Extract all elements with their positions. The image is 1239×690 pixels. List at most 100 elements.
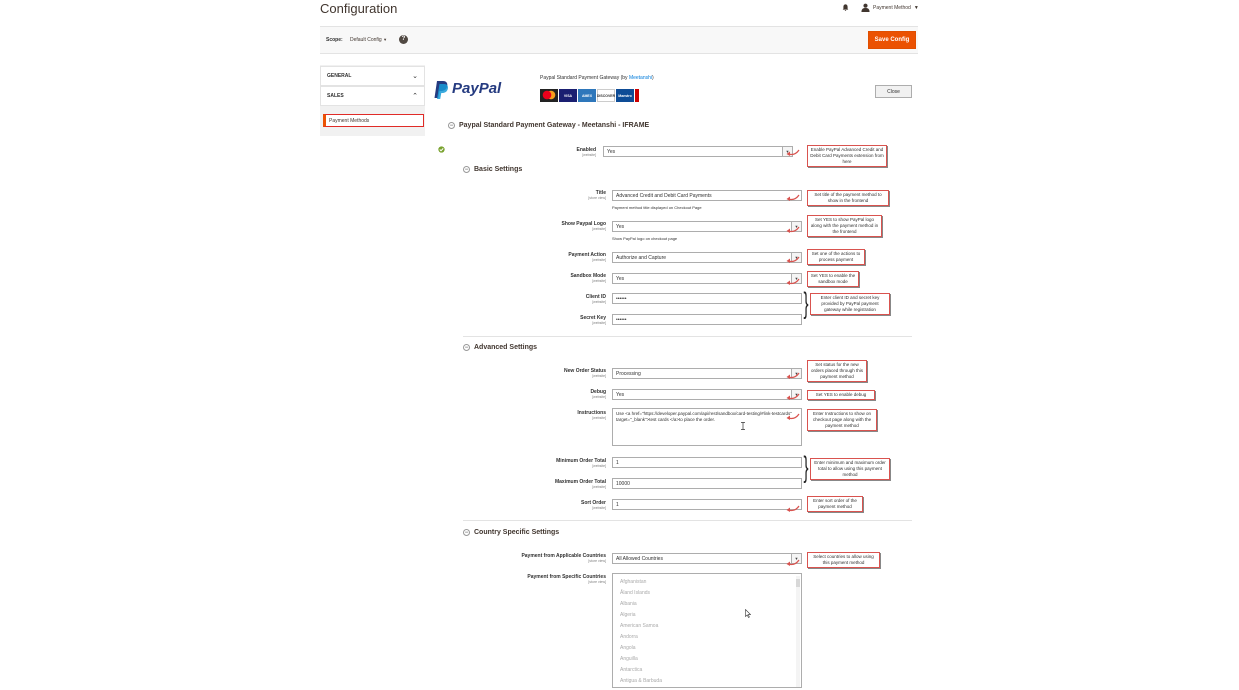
min-total-input[interactable]: 1 xyxy=(612,457,802,468)
divider xyxy=(463,336,912,337)
scope-text: [store view] xyxy=(588,196,606,200)
section-toggle-basic[interactable]: − Basic Settings xyxy=(463,166,522,173)
callout-order-status: Set status for the new orders placed thr… xyxy=(807,360,867,382)
scope-switcher[interactable]: Default Config ▼ xyxy=(350,37,387,43)
country-option[interactable]: Anguilla xyxy=(620,654,794,665)
brace-icon: } xyxy=(803,287,809,320)
max-total-input[interactable]: 10000 xyxy=(612,478,802,489)
section-title: Paypal Standard Payment Gateway - Meetan… xyxy=(459,122,650,129)
card-logo xyxy=(635,89,639,102)
sort-order-label: Sort Order [website] xyxy=(436,500,606,510)
enabled-select[interactable]: Yes ▼ xyxy=(603,146,793,157)
visa-logo: VISA xyxy=(559,89,577,102)
max-total-label: Maximum Order Total [website] xyxy=(436,479,606,489)
country-option[interactable]: Afghanistan xyxy=(620,577,794,588)
scope-text: [store view] xyxy=(588,580,606,584)
instructions-textarea[interactable]: Use <a href="https://developer.paypal.co… xyxy=(612,408,802,446)
payment-action-select[interactable]: Authorize and Capture ▼ xyxy=(612,252,802,263)
arrow-icon xyxy=(786,559,800,566)
page-title: Configuration xyxy=(320,1,398,16)
enabled-label: Enabled [website] xyxy=(426,147,596,157)
mastercard-logo xyxy=(540,89,558,102)
country-option[interactable]: Antarctica xyxy=(620,665,794,676)
country-option[interactable]: Andorra xyxy=(620,632,794,643)
title-input[interactable]: Advanced Credit and Debit Card Payments xyxy=(612,190,802,201)
country-option[interactable]: Algeria xyxy=(620,610,794,621)
arrow-icon xyxy=(786,256,800,263)
callout-totals: Enter minimum and maximum order total to… xyxy=(810,458,890,480)
text-cursor-icon xyxy=(741,422,745,430)
debug-select[interactable]: Yes ▼ xyxy=(612,389,802,400)
secret-key-input[interactable]: •••••• xyxy=(612,314,802,325)
country-option[interactable]: Antigua & Barbuda xyxy=(620,676,794,687)
multiselect-scrollbar[interactable] xyxy=(796,576,800,687)
country-option[interactable]: Angola xyxy=(620,643,794,654)
scrollbar-thumb[interactable] xyxy=(796,579,800,587)
scope-text: [website] xyxy=(592,464,606,468)
sandbox-label: Sandbox Mode [website] xyxy=(436,273,606,283)
chevron-down-icon: ⌄ xyxy=(412,73,418,80)
mouse-pointer-icon xyxy=(745,609,751,618)
specific-countries-multiselect[interactable]: Afghanistan Åland Islands Albania Algeri… xyxy=(612,573,802,688)
callout-debug: Set YES to enable debug xyxy=(807,390,875,400)
order-status-select[interactable]: Processing ▼ xyxy=(612,368,802,379)
client-id-input[interactable]: •••••• xyxy=(612,293,802,304)
secret-key-label: Secret Key [website] xyxy=(436,315,606,325)
show-logo-label: Show Paypal Logo [website] xyxy=(436,221,606,231)
scope-text: [website] xyxy=(592,374,606,378)
callout-sandbox: Set YES to enable the sandbox mode xyxy=(807,271,859,287)
callout-title: Set title of the payment method to show … xyxy=(807,190,889,206)
sidebar-item-payment-methods[interactable]: Payment Methods xyxy=(323,114,424,127)
chevron-down-icon: ▼ xyxy=(913,4,919,11)
scope-text: [website] xyxy=(592,485,606,489)
chevron-down-icon: ▼ xyxy=(383,37,388,42)
debug-label: Debug [website] xyxy=(436,389,606,399)
scope-text: [website] xyxy=(592,227,606,231)
show-logo-select[interactable]: Yes ▼ xyxy=(612,221,802,232)
arrow-icon xyxy=(786,149,800,156)
section-toggle-country[interactable]: − Country Specific Settings xyxy=(463,529,559,536)
callout-credentials: Enter client ID and secret key provided … xyxy=(810,293,890,315)
arrow-icon xyxy=(786,226,800,233)
section-title: Basic Settings xyxy=(474,166,523,173)
card-logos: VISA AMEX DISCOVER Maestro xyxy=(540,89,639,102)
sort-order-input[interactable]: 1 xyxy=(612,499,802,510)
country-option[interactable]: Albania xyxy=(620,599,794,610)
save-config-button[interactable]: Save Config xyxy=(868,31,916,49)
section-title: Country Specific Settings xyxy=(474,529,560,536)
scope-text: [website] xyxy=(592,416,606,420)
collapse-icon: − xyxy=(448,122,455,129)
scope-text: [website] xyxy=(592,506,606,510)
select-value: All Allowed Countries xyxy=(616,555,663,562)
callout-sort-order: Enter sort order of the payment method xyxy=(807,496,863,512)
paypal-wordmark: PayPal xyxy=(452,80,502,97)
scope-text: [website] xyxy=(592,300,606,304)
applicable-countries-select[interactable]: All Allowed Countries ▼ xyxy=(612,553,802,564)
section-toggle-paypal[interactable]: − Paypal Standard Payment Gateway - Meet… xyxy=(448,122,649,129)
page-actions-bar xyxy=(320,26,918,54)
close-button[interactable]: Close xyxy=(875,85,912,98)
paypal-logo: PayPal xyxy=(433,79,513,101)
help-icon[interactable]: ? xyxy=(399,35,408,44)
select-value: Yes xyxy=(616,391,625,398)
amex-logo: AMEX xyxy=(578,89,596,102)
sidebar-section-label: SALES xyxy=(327,93,344,99)
user-menu[interactable]: Payment Method ▼ xyxy=(861,3,919,12)
select-value: Yes xyxy=(616,275,625,282)
chevron-up-icon: ⌃ xyxy=(412,93,418,100)
sandbox-select[interactable]: Yes ▼ xyxy=(612,273,802,284)
title-hint: Payment method title displayed on Checko… xyxy=(612,205,702,210)
scope-label: Scope: xyxy=(326,37,343,43)
paypal-p-icon xyxy=(434,81,449,99)
sidebar-section-sales[interactable]: SALES ⌃ xyxy=(320,86,425,106)
scope-text: [website] xyxy=(582,153,596,157)
sidebar-section-label: GENERAL xyxy=(327,73,352,79)
section-toggle-advanced[interactable]: − Advanced Settings xyxy=(463,344,537,351)
order-status-label: New Order Status [website] xyxy=(436,368,606,378)
sidebar-section-general[interactable]: GENERAL ⌄ xyxy=(320,66,425,86)
country-option[interactable]: Åland Islands xyxy=(620,588,794,599)
country-option[interactable]: American Samoa xyxy=(620,621,794,632)
scope-text: [store view] xyxy=(588,559,606,563)
vendor-link[interactable]: Meetanshi xyxy=(629,75,652,81)
bell-icon[interactable] xyxy=(842,4,849,11)
